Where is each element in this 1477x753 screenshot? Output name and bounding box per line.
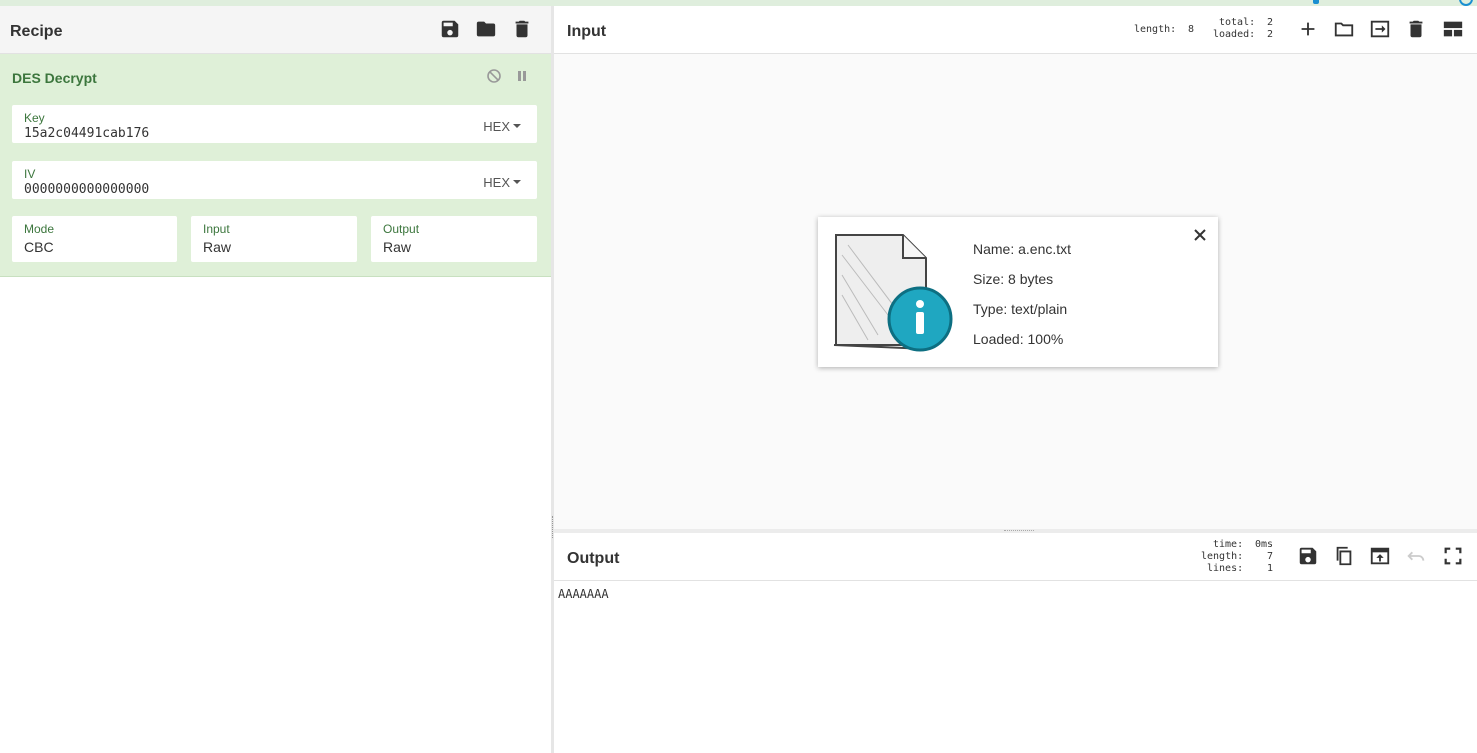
replace-input-with-output-icon[interactable] [1369,545,1391,567]
input-title: Input [567,23,607,40]
operation-title: DES Decrypt [12,70,97,86]
pause-operation-icon[interactable] [514,68,530,84]
input-total-value: 2 [1267,17,1274,28]
file-type: Type: text/plain [973,301,1068,317]
file-loaded: Loaded: 100% [973,331,1064,347]
recipe-title: Recipe [10,23,63,40]
save-output-icon[interactable] [1297,545,1319,567]
recipe-panel: Recipe DES Decrypt Key 15a2c04491cab176 … [0,6,551,753]
input-length-value: 8 [1188,24,1195,35]
key-encoding-label: HEX [483,119,510,134]
mode-field[interactable]: Mode CBC [12,216,177,262]
key-value[interactable]: 15a2c04491cab176 [24,126,149,141]
output-format-label: Output [383,222,420,236]
output-panel[interactable]: Output time: 0ms length: 7 lines: 1 AAAA… [554,533,1477,753]
key-field[interactable]: Key 15a2c04491cab176 HEX [12,105,537,143]
file-details-card: Name: a.enc.txt Size: 8 bytes Type: text… [818,217,1218,367]
output-text[interactable]: AAAAAAA [558,587,609,601]
gutter-grip [1004,530,1034,532]
clear-input-trash-icon[interactable] [1405,18,1427,40]
iv-encoding-label: HEX [483,175,510,190]
save-recipe-icon[interactable] [439,18,461,40]
iv-field[interactable]: IV 0000000000000000 HEX [12,161,537,199]
output-format-value[interactable]: Raw [383,239,411,255]
key-encoding-dropdown[interactable]: HEX [483,119,521,134]
output-time-label: time: [1213,539,1244,550]
mode-value[interactable]: CBC [24,239,54,255]
output-lines-label: lines: [1207,563,1244,574]
chevron-down-icon [513,179,521,184]
input-panel[interactable]: Input length: 8 total: 2 loaded: 2 Name:… [554,6,1477,529]
open-folder-icon[interactable] [1333,18,1355,40]
output-format-field[interactable]: Output Raw [371,216,537,262]
file-name: Name: a.enc.txt [973,241,1072,257]
input-total-label: total: [1219,17,1256,28]
maximize-output-icon[interactable] [1442,545,1464,567]
input-loaded-label: loaded: [1213,29,1256,40]
iv-encoding-dropdown[interactable]: HEX [483,175,521,190]
copy-output-icon[interactable] [1333,545,1355,567]
input-length-label: length: [1134,24,1177,35]
input-format-label: Input [203,222,230,236]
output-length-value: 7 [1267,551,1274,562]
iv-label: IV [24,167,36,181]
output-length-label: length: [1201,551,1244,562]
reset-layout-icon[interactable] [1442,18,1464,40]
chevron-down-icon [513,123,521,128]
close-icon[interactable] [1192,227,1208,243]
operation-des-decrypt[interactable]: DES Decrypt Key 15a2c04491cab176 HEX IV … [0,54,551,277]
disable-operation-icon[interactable] [486,68,502,84]
add-input-tab-plus-icon[interactable] [1297,18,1319,40]
undo-icon[interactable] [1405,545,1427,567]
output-lines-value: 1 [1267,563,1274,574]
clear-recipe-trash-icon[interactable] [511,18,533,40]
banner-accent [1313,0,1319,4]
file-size: Size: 8 bytes [973,271,1054,287]
iv-value[interactable]: 0000000000000000 [24,182,149,197]
recipe-header: Recipe [0,6,551,54]
mode-label: Mode [24,222,55,236]
input-header: Input length: 8 total: 2 loaded: 2 [554,6,1477,54]
input-loaded-value: 2 [1267,29,1274,40]
key-label: Key [24,111,45,125]
output-title: Output [567,550,620,567]
open-file-input-icon[interactable] [1369,18,1391,40]
output-time-value: 0ms [1255,539,1274,550]
input-format-field[interactable]: Input Raw [191,216,357,262]
output-header: Output time: 0ms length: 7 lines: 1 [554,533,1477,581]
file-info-icon [833,234,953,352]
input-format-value[interactable]: Raw [203,239,231,255]
load-recipe-folder-icon[interactable] [475,18,497,40]
